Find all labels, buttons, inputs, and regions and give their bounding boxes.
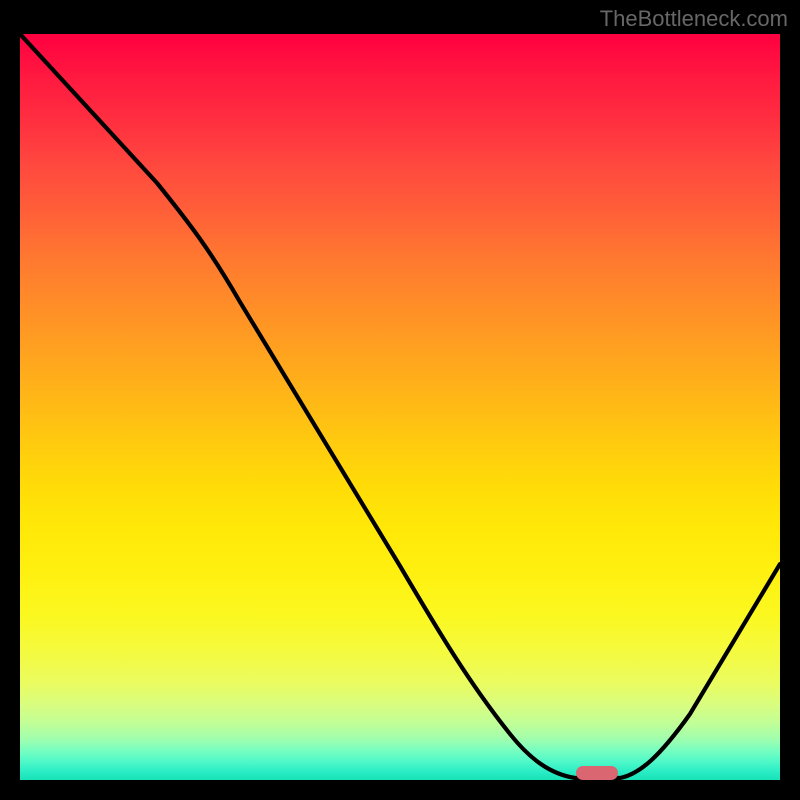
bottleneck-curve-path xyxy=(20,34,780,778)
watermark-text: TheBottleneck.com xyxy=(600,6,788,32)
optimal-marker xyxy=(576,766,618,780)
chart-area xyxy=(20,34,780,780)
bottleneck-curve-svg xyxy=(20,34,780,780)
